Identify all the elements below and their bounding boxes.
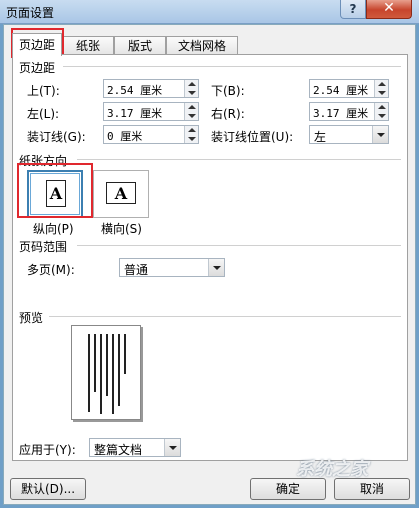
spin-up-icon[interactable]: [188, 128, 196, 132]
pages-section-title: 页码范围: [19, 240, 68, 254]
spin-down-icon[interactable]: [188, 137, 196, 141]
divider: [77, 159, 401, 160]
chevron-down-icon[interactable]: [372, 126, 388, 143]
left-margin-value: 3.17 厘米: [107, 107, 163, 120]
gutter-spinner[interactable]: 0 厘米: [103, 125, 199, 144]
chevron-down-icon[interactable]: [208, 259, 224, 276]
right-margin-spinner[interactable]: 3.17 厘米: [309, 102, 389, 121]
highlight-portrait: [17, 163, 93, 218]
gutter-position-label: 装订线位置(U):: [211, 130, 294, 144]
spin-up-icon[interactable]: [378, 82, 386, 86]
preview-line: [124, 334, 126, 374]
divider: [77, 245, 401, 246]
gutter-value: 0 厘米: [107, 130, 143, 143]
tab-margins[interactable]: 页边距: [12, 33, 62, 56]
right-margin-label: 右(R):: [211, 107, 245, 121]
bottom-margin-value: 2.54 厘米: [313, 84, 369, 97]
top-margin-value: 2.54 厘米: [107, 84, 163, 97]
preview-line: [88, 334, 90, 412]
multiple-pages-select[interactable]: 普通: [119, 258, 225, 277]
landscape-page-icon: A: [106, 182, 136, 204]
portrait-label: 纵向(P): [33, 222, 74, 236]
page-preview: [71, 325, 141, 420]
spin-down-icon[interactable]: [188, 114, 196, 118]
ok-button[interactable]: 确定: [250, 478, 326, 500]
tab-paper[interactable]: 纸张: [62, 36, 114, 55]
title-bar: 页面设置 ? ✕: [0, 0, 419, 24]
divider: [49, 316, 401, 317]
preview-section-title: 预览: [19, 311, 44, 325]
spin-up-icon[interactable]: [378, 105, 386, 109]
apply-to-value: 整篇文档: [94, 443, 143, 457]
preview-line: [106, 334, 108, 396]
preview-line: [118, 334, 120, 406]
left-margin-spinner[interactable]: 3.17 厘米: [103, 102, 199, 121]
window-title: 页面设置: [6, 6, 55, 20]
apply-to-label: 应用于(Y):: [19, 443, 76, 457]
preview-line: [94, 334, 96, 392]
tab-document-grid[interactable]: 文档网格: [166, 36, 238, 55]
right-margin-value: 3.17 厘米: [313, 107, 369, 120]
gutter-label: 装订线(G):: [27, 130, 86, 144]
margins-panel: 页边距 上(T): 2.54 厘米 下(B): 2.54 厘米 左(L): 3.…: [12, 54, 408, 461]
landscape-button[interactable]: A: [93, 170, 149, 218]
multiple-pages-value: 普通: [124, 263, 149, 277]
bottom-margin-label: 下(B):: [211, 84, 245, 98]
divider: [63, 66, 401, 67]
watermark-logo: 系统之家: [296, 459, 368, 480]
top-margin-spinner[interactable]: 2.54 厘米: [103, 79, 199, 98]
page-setup-dialog: 页边距 纸张 版式 文档网格 页边距 上(T): 2.54 厘米 下(B): 2…: [3, 24, 416, 505]
chevron-down-icon[interactable]: [164, 439, 180, 456]
gutter-position-value: 左: [314, 130, 327, 144]
default-button[interactable]: 默认(D)...: [10, 478, 86, 500]
margins-section-title: 页边距: [19, 61, 56, 75]
close-button[interactable]: ✕: [366, 0, 412, 19]
gutter-position-select[interactable]: 左: [309, 125, 389, 144]
help-button[interactable]: ?: [340, 0, 366, 19]
spin-down-icon[interactable]: [188, 91, 196, 95]
spin-up-icon[interactable]: [188, 82, 196, 86]
help-icon: ?: [349, 2, 357, 16]
bottom-margin-spinner[interactable]: 2.54 厘米: [309, 79, 389, 98]
spin-down-icon[interactable]: [378, 114, 386, 118]
top-margin-label: 上(T):: [27, 84, 60, 98]
preview-line: [112, 334, 114, 414]
cancel-button[interactable]: 取消: [334, 478, 410, 500]
tab-layout[interactable]: 版式: [114, 36, 166, 55]
multiple-pages-label: 多页(M):: [27, 263, 75, 277]
spin-up-icon[interactable]: [188, 105, 196, 109]
apply-to-select[interactable]: 整篇文档: [89, 438, 181, 457]
spin-down-icon[interactable]: [378, 91, 386, 95]
preview-line: [100, 334, 102, 414]
landscape-label: 横向(S): [101, 222, 142, 236]
left-margin-label: 左(L):: [27, 107, 60, 121]
close-icon: ✕: [383, 0, 395, 16]
